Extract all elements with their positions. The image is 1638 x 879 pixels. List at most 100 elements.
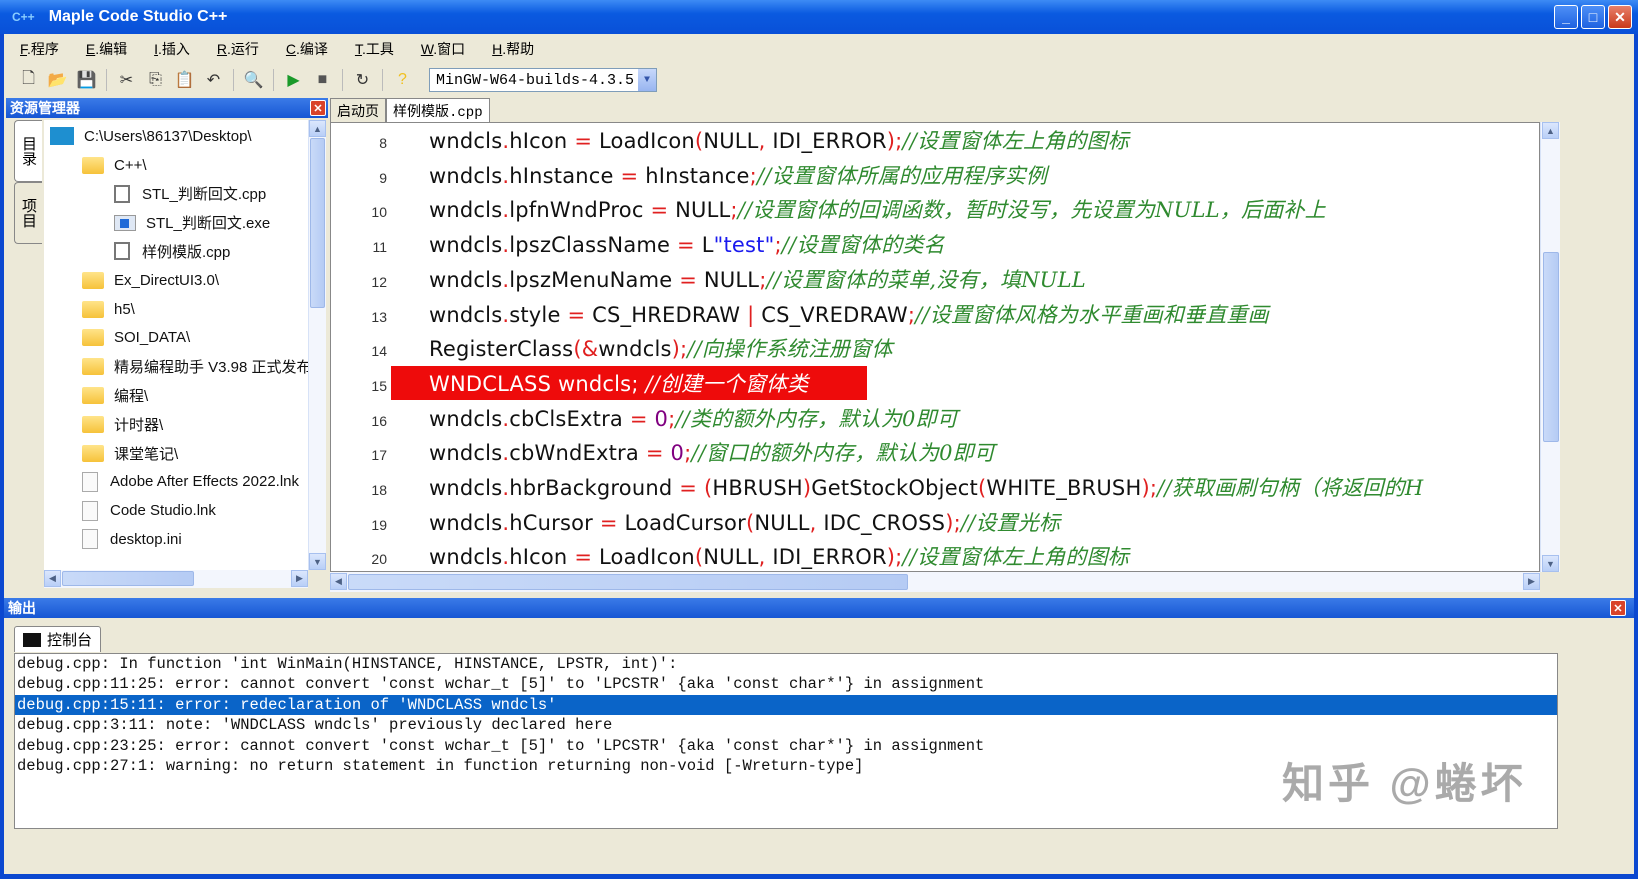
code-token-op: = [679, 267, 698, 292]
console-line[interactable]: debug.cpp:15:11: error: redeclaration of… [15, 694, 1557, 716]
tree-item[interactable]: STL_判断回文.cpp [114, 180, 266, 208]
scroll-up-icon[interactable]: ▲ [1542, 122, 1559, 139]
rebuild-icon[interactable]: ↻ [350, 68, 375, 93]
undo-icon[interactable]: ↶ [201, 68, 226, 93]
folder-icon [82, 415, 104, 433]
console-line[interactable]: debug.cpp:3:11: note: 'WNDCLASS wndcls' … [15, 715, 1557, 735]
code-token-id: NULL [703, 545, 759, 570]
code-text: wndcls.hIcon = LoadIcon(NULL, IDI_ERROR)… [429, 125, 1129, 155]
tree-item[interactable]: Adobe After Effects 2022.lnk [82, 468, 299, 496]
code-area[interactable]: 8 wndcls.hIcon = LoadIcon(NULL, IDI_ERROR… [330, 122, 1540, 572]
tree-item[interactable]: Ex_DirectUI3.0\ [82, 266, 219, 294]
code-token-op: = [645, 441, 664, 466]
close-output-icon[interactable]: ✕ [1610, 600, 1626, 616]
scroll-right-icon[interactable]: ▶ [291, 570, 308, 587]
minimize-button[interactable]: _ [1554, 5, 1578, 29]
run-icon[interactable]: ▶ [281, 68, 306, 93]
cut-icon[interactable]: ✂ [114, 68, 139, 93]
copy-icon[interactable]: ⎘ [143, 68, 168, 93]
menu-item[interactable]: W.窗口 [421, 39, 465, 59]
menu-item[interactable]: I.插入 [154, 39, 190, 59]
editor-horizontal-scrollbar[interactable]: ◀ ▶ [330, 572, 1540, 592]
tree-item[interactable]: C++\ [82, 151, 147, 179]
code-token-id: wndcls [429, 233, 503, 258]
desktop-folder-icon [50, 127, 74, 145]
menu-item[interactable]: C.编译 [286, 39, 328, 59]
tree-item[interactable]: SOI_DATA\ [82, 324, 190, 352]
menu-bar: F.程序 E.编辑 I.插入 R.运行 C.编译 T.工具 W.窗口 H.帮助 [4, 36, 561, 62]
code-token-id: hCursor [509, 510, 600, 535]
tab-console[interactable]: 控制台 [14, 626, 102, 652]
file-tree: C:\Users\86137\Desktop\ C++\ STL_判断回文.cpp… [44, 120, 308, 570]
explorer-title-bar: 资源管理器 ✕ [6, 98, 328, 118]
code-token-id: lpszMenuName [509, 267, 680, 292]
menu-item[interactable]: T.工具 [355, 39, 394, 59]
explorer-vertical-scrollbar[interactable]: ▲ ▼ [308, 120, 326, 570]
open-folder-icon[interactable]: 📂 [45, 68, 70, 93]
paste-icon[interactable]: 📋 [172, 68, 197, 93]
compiler-select[interactable]: MinGW-W64-builds-4.3.5 ▼ [429, 68, 657, 92]
vtab-directory[interactable]: 目录 [14, 120, 42, 182]
scroll-up-icon[interactable]: ▲ [309, 120, 326, 137]
code-token-num: 0 [670, 441, 685, 466]
scroll-thumb[interactable] [62, 571, 194, 586]
menu-label: .运行 [227, 41, 259, 57]
tree-item[interactable]: desktop.ini [82, 525, 182, 553]
code-token-id: wndcls [429, 545, 503, 570]
code-token-cm: //设置窗体所属的应用程序实例 [756, 163, 1048, 188]
tree-item[interactable]: 编程\ [82, 381, 148, 409]
scroll-left-icon[interactable]: ◀ [44, 570, 61, 587]
tree-root-label: C:\Users\86137\Desktop\ [84, 127, 252, 145]
scroll-right-icon[interactable]: ▶ [1523, 573, 1540, 590]
editor-vertical-scrollbar[interactable]: ▲ ▼ [1540, 122, 1560, 572]
scroll-thumb[interactable] [310, 138, 325, 308]
tree-item[interactable]: STL_判断回文.exe [114, 209, 270, 237]
scroll-down-icon[interactable]: ▼ [309, 553, 326, 570]
code-token-op: ; [730, 198, 738, 223]
scroll-thumb[interactable] [1543, 252, 1559, 442]
editor-tab[interactable]: 样例模版.cpp [386, 98, 490, 122]
menu-item[interactable]: H.帮助 [492, 39, 534, 59]
search-icon[interactable]: 🔍 [241, 68, 266, 93]
chevron-down-icon[interactable]: ▼ [638, 69, 656, 91]
menu-label: .编辑 [95, 41, 128, 57]
tree-item[interactable]: 样例模版.cpp [114, 237, 230, 265]
vtab-project[interactable]: 项目 [14, 182, 42, 244]
console-line[interactable]: debug.cpp: In function 'int WinMain(HINS… [15, 654, 1557, 674]
close-explorer-icon[interactable]: ✕ [310, 100, 326, 116]
scroll-left-icon[interactable]: ◀ [330, 573, 347, 590]
toolbar-separator [342, 69, 343, 91]
explorer-horizontal-scrollbar[interactable]: ◀ ▶ [44, 570, 308, 588]
code-token-id: HBRUSH [712, 476, 803, 500]
menu-item[interactable]: F.程序 [20, 39, 59, 59]
new-file-icon[interactable]: 🗋 [16, 68, 41, 93]
stop-icon[interactable]: ■ [310, 68, 335, 93]
code-token-op: ); [1141, 476, 1158, 500]
tree-item[interactable]: 课堂笔记\ [82, 439, 178, 467]
menu-accelerator: T [354, 41, 362, 57]
tree-item[interactable]: Code Studio.lnk [82, 497, 216, 525]
tree-root[interactable]: C:\Users\86137\Desktop\ [50, 122, 252, 150]
help-icon[interactable]: ? [390, 68, 415, 93]
code-editor-panel: 启动页 样例模版.cpp 8 wndcls.hIcon = LoadIcon(NUL… [330, 98, 1564, 595]
client-area: F.程序 E.编辑 I.插入 R.运行 C.编译 T.工具 W.窗口 H.帮助 🗋 📂 💾 ✂… [4, 34, 1634, 874]
editor-tab[interactable]: 启动页 [330, 98, 386, 122]
scroll-thumb[interactable] [348, 574, 908, 590]
file-icon [82, 529, 98, 550]
code-token-id: NULL [754, 510, 810, 535]
code-text: wndcls.cbClsExtra = 0;//类的额外内存，默认为0即可 [429, 403, 958, 433]
tree-item[interactable]: 计时器\ [82, 410, 163, 438]
console-line[interactable]: debug.cpp:11:25: error: cannot convert '… [15, 674, 1557, 694]
menu-label: .插入 [158, 41, 190, 57]
menu-item[interactable]: E.编辑 [86, 39, 127, 59]
scroll-down-icon[interactable]: ▼ [1542, 555, 1559, 572]
tree-item-label: 课堂笔记\ [114, 445, 179, 463]
tree-item[interactable]: h5\ [82, 295, 135, 323]
close-button[interactable]: ✕ [1608, 5, 1632, 29]
maximize-button[interactable]: □ [1581, 5, 1605, 29]
menu-item[interactable]: R.运行 [217, 39, 259, 59]
tree-item[interactable]: 精易编程助手 V3.98 正式发布 [82, 353, 308, 381]
code-token-id [697, 476, 704, 500]
save-icon[interactable]: 💾 [74, 68, 99, 93]
code-text: wndcls.cbWndExtra = 0;//窗口的额外内存，默认为0即可 [429, 437, 995, 467]
